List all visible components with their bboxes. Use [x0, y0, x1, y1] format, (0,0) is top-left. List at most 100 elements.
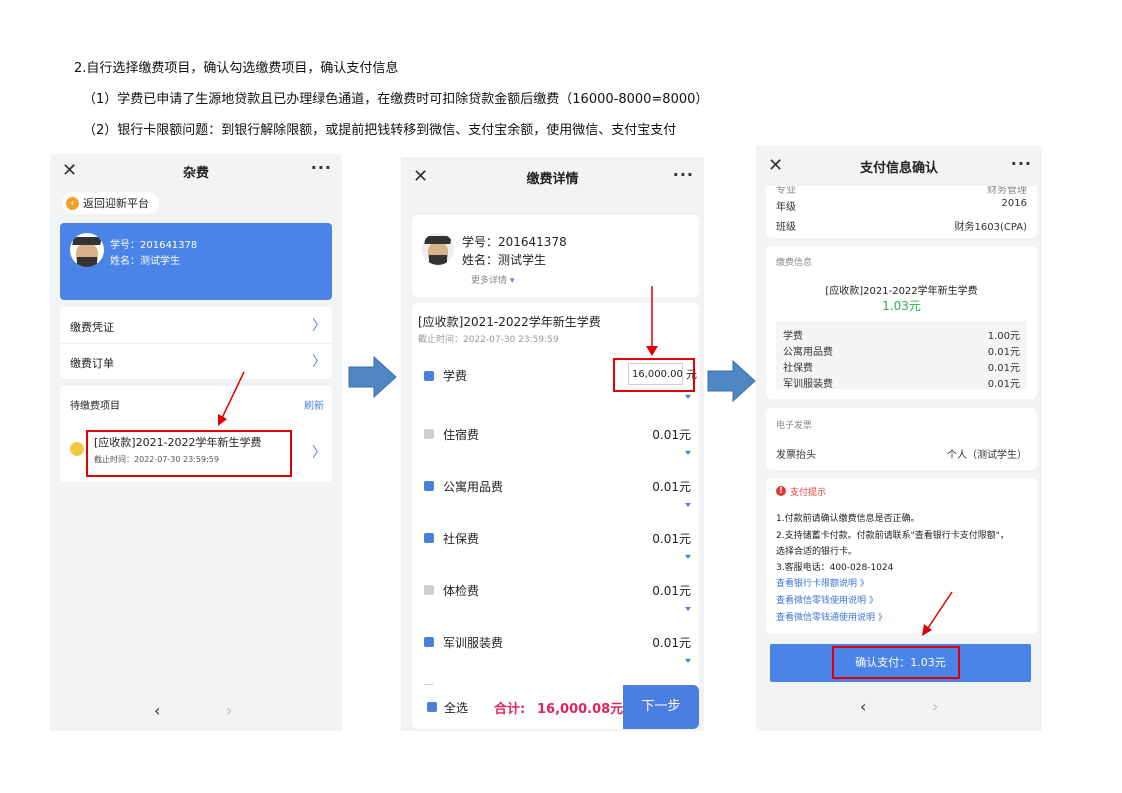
fee-breakdown-name: 军训服装费: [783, 379, 833, 390]
student-name: 姓名：测试学生: [110, 256, 180, 267]
info-value: 2016: [1001, 198, 1027, 209]
link-wechat-lingqiantong[interactable]: 查看微信零钱通使用说明 》: [776, 610, 887, 623]
checkout-bar: 全选 合计: 16,000.08元 下一步: [412, 685, 699, 729]
fee-item-social-insurance[interactable]: 社保费 0.01元: [412, 515, 699, 565]
tip-title: 支付提示: [790, 488, 827, 498]
more-icon[interactable]: ···: [673, 165, 694, 184]
student-card: 学号：201641378 姓名：测试学生 更多详情 ▾: [412, 215, 699, 297]
invoice-label: 电子发票: [776, 421, 813, 431]
menu-item-label: 缴费订单: [70, 357, 114, 370]
expand-caret-icon[interactable]: [685, 659, 691, 663]
info-label: 专业: [776, 186, 796, 196]
fee-breakdown-value: 0.01元: [987, 379, 1020, 390]
expand-caret-icon[interactable]: [685, 503, 691, 507]
forward-nav-icon[interactable]: ›: [226, 701, 232, 720]
refresh-link[interactable]: 刷新: [304, 397, 324, 412]
page-title: 缴费详情: [526, 171, 579, 187]
select-all-label: 全选: [444, 701, 469, 715]
bill-title: [应收款]2021-2022学年新生学费: [418, 315, 601, 329]
alert-icon: !: [776, 486, 786, 496]
fee-info-card: 缴费信息 [应收款]2021-2022学年新生学费 1.03元 学费 1.00元…: [766, 246, 1037, 399]
top-bar: ✕ 缴费详情 ···: [401, 157, 704, 197]
student-banner: 学号：201641378 姓名：测试学生: [60, 223, 332, 300]
info-label: 班级: [776, 222, 796, 233]
highlight-box-confirm-button: [832, 646, 960, 679]
menu-item-label: 缴费凭证: [70, 321, 114, 334]
annotation-arrow-3: [922, 591, 953, 636]
highlight-box-tuition-input: [613, 358, 695, 392]
close-icon[interactable]: ✕: [413, 166, 428, 187]
annotation-arrow-1: [218, 371, 245, 426]
back-to-platform-button[interactable]: ‹ 返回迎新平台: [62, 192, 159, 214]
tip-text: 选择合适的银行卡。: [776, 547, 858, 557]
fee-breakdown-value: 0.01元: [987, 347, 1020, 358]
fee-title: [应收款]2021-2022学年新生学费: [825, 286, 978, 297]
back-nav-icon[interactable]: ‹: [154, 701, 160, 720]
checkbox-checked[interactable]: [424, 637, 434, 647]
student-id: 学号：201641378: [462, 235, 567, 249]
fee-item-name: 社保费: [443, 532, 480, 546]
forward-nav-icon[interactable]: ›: [932, 697, 938, 716]
invoice-head-value[interactable]: 个人（测试学生）: [947, 446, 1027, 461]
close-icon[interactable]: ✕: [62, 160, 77, 181]
annotation-arrow-2: [646, 286, 658, 356]
top-bar: ✕ 杂费 ···: [50, 154, 342, 188]
expand-caret-icon[interactable]: [685, 451, 691, 455]
flow-arrow-icon: [707, 360, 756, 402]
phone-screen-payment-details: ✕ 缴费详情 ··· 学号：201641378 姓名：测试学生 更多详情 ▾ […: [401, 157, 704, 731]
chevron-right-icon: 〉: [312, 445, 326, 461]
info-label: 年级: [776, 202, 796, 213]
link-bank-card-limit[interactable]: 查看银行卡限额说明 》: [776, 576, 869, 589]
back-arrow-icon: ‹: [66, 196, 79, 210]
menu-card: 缴费凭证 〉 缴费订单 〉: [60, 307, 332, 379]
student-id: 学号：201641378: [110, 240, 198, 251]
checkbox-unchecked[interactable]: [424, 429, 434, 439]
fee-item-name: 学费: [443, 369, 468, 383]
back-nav-icon[interactable]: ‹: [860, 697, 866, 716]
checkbox-checked[interactable]: [424, 481, 434, 491]
chevron-right-icon: 〉: [312, 318, 326, 334]
fee-item-accommodation[interactable]: 住宿费 0.01元: [412, 411, 699, 461]
more-icon[interactable]: ···: [311, 158, 332, 177]
fee-item-amount: 0.01元: [652, 428, 691, 442]
checkbox-unchecked[interactable]: [424, 585, 434, 595]
more-icon[interactable]: ···: [1011, 154, 1032, 173]
fee-info-label: 缴费信息: [776, 258, 813, 268]
fee-breakdown-name: 社保费: [783, 363, 813, 374]
close-icon[interactable]: ✕: [768, 155, 783, 176]
more-details-link[interactable]: 更多详情 ▾: [471, 273, 514, 286]
fee-item-amount: 0.01元: [652, 636, 691, 650]
fee-item-military-uniform[interactable]: 军训服装费 0.01元: [412, 619, 699, 669]
total-value: 16,000.08元: [537, 702, 624, 717]
info-value: 财务1603(CPA): [954, 222, 1027, 233]
expand-caret-icon[interactable]: [685, 395, 691, 399]
checkbox-checked[interactable]: [424, 371, 434, 381]
payment-tips-card: ! 支付提示 1.付款前请确认缴费信息是否正确。 2.支持储蓄卡付款。付款前请联…: [766, 478, 1037, 634]
checkbox-checked[interactable]: [424, 533, 434, 543]
menu-item-receipts[interactable]: 缴费凭证 〉: [60, 307, 332, 344]
menu-item-orders[interactable]: 缴费订单 〉: [60, 343, 332, 379]
expand-caret-icon[interactable]: [685, 555, 691, 559]
fee-item-amount: 0.01元: [652, 480, 691, 494]
link-wechat-change[interactable]: 查看微信零钱使用说明 》: [776, 593, 878, 606]
avatar: [422, 233, 454, 265]
fee-amount: 1.03元: [882, 299, 921, 313]
pending-label: 待缴费项目: [70, 401, 120, 412]
page-title: 杂费: [182, 165, 209, 181]
fee-item-dorm-supplies[interactable]: 公寓用品费 0.01元: [412, 463, 699, 513]
invoice-card: 电子发票 发票抬头 个人（测试学生）: [766, 408, 1037, 470]
fee-item-medical-exam[interactable]: 体检费 0.01元: [412, 567, 699, 617]
select-all-checkbox[interactable]: [427, 702, 437, 712]
student-name: 姓名：测试学生: [462, 253, 547, 267]
info-value: 财务管理: [987, 186, 1027, 196]
expand-caret-icon[interactable]: [685, 607, 691, 611]
bottom-nav: ‹ ›: [50, 691, 342, 731]
chevron-right-icon: 〉: [312, 354, 326, 370]
fee-breakdown-value: 0.01元: [987, 363, 1020, 374]
tip-text: 3.客服电话：400-028-1024: [776, 563, 894, 573]
next-step-button[interactable]: 下一步: [623, 685, 699, 729]
flow-arrow-icon: [348, 356, 397, 398]
fee-breakdown-name: 学费: [783, 331, 803, 342]
tip-text: 2.支持储蓄卡付款。付款前请联系"查看银行卡支付限额"，: [776, 531, 1009, 541]
back-label: 返回迎新平台: [83, 197, 149, 210]
